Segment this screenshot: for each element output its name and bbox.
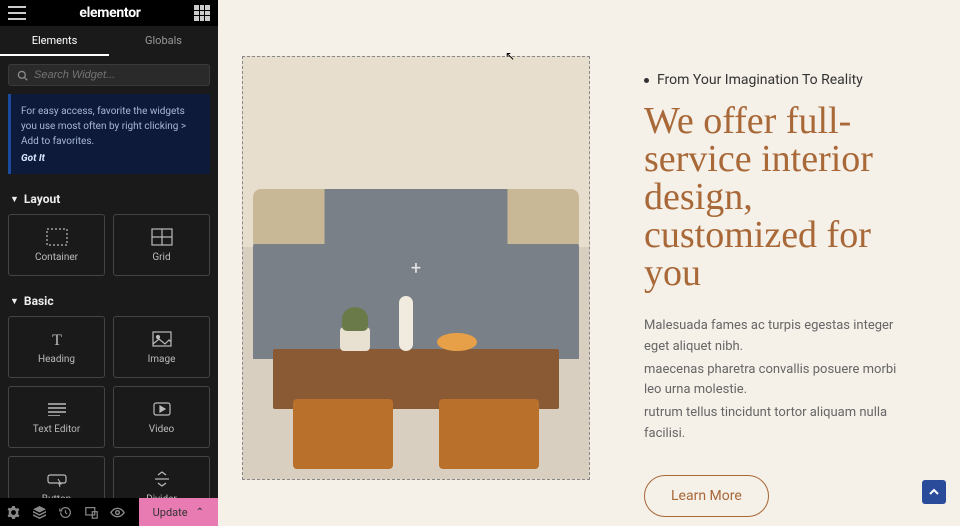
section-basic[interactable]: ▼Basic [0,286,218,316]
chevron-up-icon[interactable]: ⌃ [196,507,204,518]
apps-icon[interactable] [194,5,210,21]
image-icon [151,330,173,348]
widget-image[interactable]: Image [113,316,210,378]
widget-video[interactable]: Video [113,386,210,448]
cursor-icon: ↖ [505,49,515,63]
eyebrow: From Your Imagination To Reality [644,72,900,88]
chevron-down-icon: ▼ [10,296,19,307]
bullet-icon [644,78,649,83]
history-icon[interactable] [52,498,78,526]
container-icon [46,228,68,246]
widget-text-editor[interactable]: Text Editor [8,386,105,448]
divider-icon [151,470,173,488]
search-widget[interactable] [8,64,210,86]
editor-sidebar: elementor Elements Globals For easy acce… [0,0,218,526]
search-input[interactable] [34,69,201,81]
add-section-icon[interactable]: + [406,258,426,278]
tip-dismiss[interactable]: Got It [21,153,200,164]
interior-photo: + [243,57,589,479]
brand-logo: elementor [79,5,140,21]
navigator-icon[interactable] [26,498,52,526]
chevron-down-icon: ▼ [10,194,19,205]
heading-icon: T [46,330,68,348]
settings-icon[interactable] [0,498,26,526]
image-element[interactable]: + [242,56,590,480]
responsive-icon[interactable] [78,498,104,526]
chevron-up-icon [928,486,940,498]
svg-text:T: T [52,332,62,348]
learn-more-button[interactable]: Learn More [644,475,769,517]
widget-container[interactable]: Container [8,214,105,276]
tab-elements[interactable]: Elements [0,26,109,56]
sidebar-tabs: Elements Globals [0,26,218,56]
video-icon [151,400,173,418]
update-button[interactable]: Update⌃ [139,498,218,526]
tab-globals[interactable]: Globals [109,26,218,56]
text-editor-icon [46,400,68,418]
button-icon [46,470,68,488]
section-layout[interactable]: ▼Layout [0,184,218,214]
search-icon [17,70,28,81]
widget-grid[interactable]: Grid [113,214,210,276]
sidebar-header: elementor [0,0,218,26]
widget-heading[interactable]: T Heading [8,316,105,378]
menu-icon[interactable] [8,6,26,20]
hero-content: From Your Imagination To Reality We offe… [644,72,900,517]
preview-canvas[interactable]: ↖ + From Your Imagination To Reality We … [218,0,960,526]
grid-icon [151,228,173,246]
sidebar-footer: Update⌃ [0,498,218,526]
tip-text: For easy access, favorite the widgets yo… [21,104,200,149]
favorites-tip: For easy access, favorite the widgets yo… [8,94,210,174]
preview-icon[interactable] [104,498,130,526]
scroll-top-button[interactable] [922,480,946,504]
body-text: Malesuada fames ac turpis egestas intege… [644,316,900,445]
headline: We offer full-service interior design, c… [644,102,900,292]
